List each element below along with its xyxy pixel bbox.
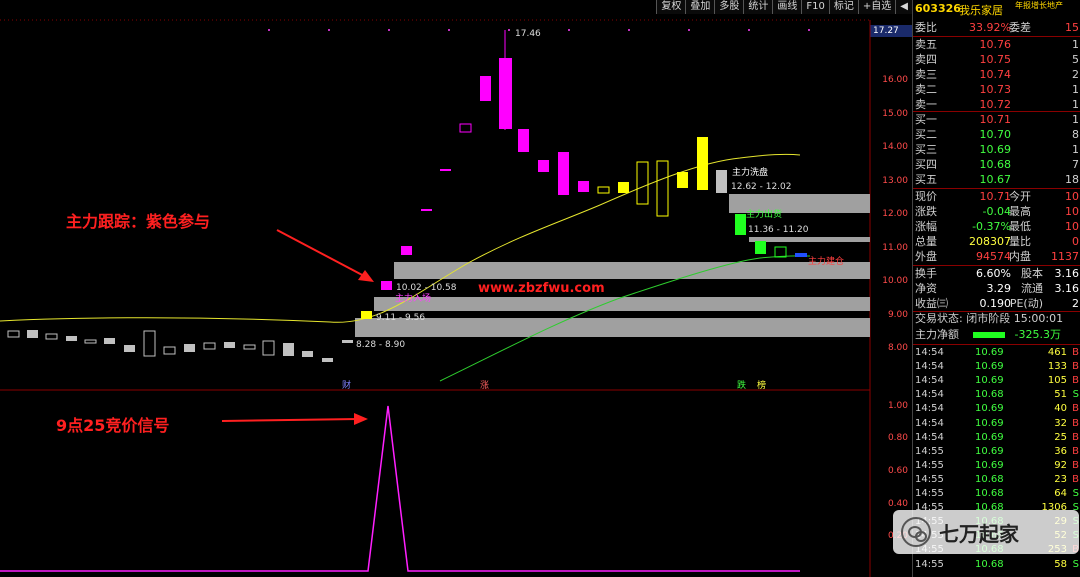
- tick-row: 14:55 10.68 64 S: [915, 488, 1079, 499]
- zone-label: 8.28 - 8.90: [356, 340, 406, 350]
- marker-bang: 榜: [757, 381, 767, 391]
- ask-row: 卖四 10.75 5: [915, 53, 1079, 66]
- price-axis-label: 8.00: [887, 343, 908, 353]
- stat-row: 外盘 94574 内盘 1137: [915, 250, 1079, 263]
- tick-row: 14:55 10.68 23 B: [915, 473, 1079, 485]
- marker-zhang: 涨: [480, 381, 490, 391]
- ask-row: 卖三 10.74 2: [915, 68, 1079, 81]
- annotation-main: 主力跟踪：紫色参与: [66, 212, 211, 231]
- ask-row: 卖五 10.76 1: [915, 38, 1079, 51]
- stat-row: 涨跌 -0.04 最高 10: [915, 205, 1079, 218]
- zone-bar-1: [355, 318, 870, 337]
- marker-die: 跌: [737, 381, 747, 391]
- stock-header: 603326 我乐家居 年报增长地产: [913, 0, 1080, 20]
- price-axis-label: 10.00: [882, 276, 908, 286]
- tick-row: 14:54 10.69 25 B: [915, 431, 1079, 443]
- wechat-icon: [901, 517, 931, 547]
- indicator-axis-label: 0.80: [887, 433, 908, 443]
- tick-row: 14:54 10.69 461 B: [915, 347, 1079, 358]
- bid-row: 买二 10.70 8: [915, 128, 1079, 141]
- price-axis-label: 16.00: [882, 75, 908, 85]
- price-axis-label: 15.00: [882, 109, 908, 119]
- tick-row: 14:55 10.69 92 B: [915, 459, 1079, 471]
- indicator-axis-label: 0.40: [887, 499, 908, 509]
- stat-row: 现价 10.71 今开 10: [915, 190, 1079, 203]
- zone-label: 12.62 - 12.02: [731, 182, 792, 192]
- stat-row: 收益㈢ 0.190 PE(动) 2: [915, 297, 1079, 310]
- stat-row: 净资 3.29 流通 3.16: [915, 282, 1079, 295]
- kline-chart-area[interactable]: 复权 叠加 多股 统计 画线 F10 标记 +自选 ◀ 17.27 16.00 …: [0, 0, 912, 577]
- price-axis-label: 14.00: [882, 142, 908, 152]
- tick-row: 14:54 10.69 40 B: [915, 403, 1079, 415]
- price-axis-label: 9.00: [887, 310, 908, 320]
- ask-row: 卖二 10.73 1: [915, 83, 1079, 96]
- net-amount-row: 主力净额 -325.3万: [915, 328, 1061, 341]
- label-entry: 主力入场: [395, 294, 432, 304]
- label-wash: 主力洗盘: [732, 168, 769, 178]
- tick-row: 14:54 10.68 51 S: [915, 389, 1079, 401]
- stock-tag: 年报增长地产: [1015, 1, 1063, 10]
- indicator-axis-label: 1.00: [887, 401, 908, 411]
- stat-row: 换手 6.60% 股本 3.16: [915, 267, 1079, 280]
- price-axis-label: 11.00: [882, 243, 908, 253]
- tick-row: 14:55 10.68 58 S: [915, 558, 1079, 570]
- wechat-badge: 七万起家: [893, 510, 1079, 554]
- stat-row: 总量 208307 量比 0: [915, 235, 1079, 248]
- label-build: 主力建仓: [808, 257, 845, 267]
- tick-row: 14:55 10.69 36 B: [915, 445, 1079, 457]
- stock-code: 603326: [915, 2, 961, 15]
- weibi-row: 委比 33.92% 委差 15: [915, 21, 1079, 34]
- zone-label: 9.11 - 9.56: [376, 313, 426, 323]
- stock-name: 我乐家居: [959, 4, 1003, 17]
- bid-row: 买五 10.67 18: [915, 173, 1079, 186]
- zone-label: 11.36 - 11.20: [748, 225, 809, 235]
- label-out: 主力出货: [746, 210, 783, 220]
- price-axis-label: 12.00: [882, 209, 908, 219]
- tick-row: 14:54 10.69 133 B: [915, 361, 1079, 373]
- zone-bar-4: [749, 237, 870, 242]
- net-bar: [973, 332, 1005, 338]
- bid-row: 买三 10.69 1: [915, 143, 1079, 156]
- indicator-axis-label: 0.60: [887, 466, 908, 476]
- zone-bar-2: [374, 297, 870, 311]
- wechat-label: 七万起家: [939, 521, 1019, 546]
- stat-row: 涨幅 -0.37% 最低 10: [915, 220, 1079, 233]
- quote-panel: 603326 我乐家居 年报增长地产 委比 33.92% 委差 15 卖五 10.…: [912, 0, 1080, 577]
- marker-cai: 财: [342, 381, 352, 391]
- watermark-text: www.zbzfwu.com: [478, 281, 605, 296]
- annotation-signal: 9点25竞价信号: [56, 416, 170, 435]
- price-axis-label: 13.00: [882, 176, 908, 186]
- trade-status: 交易状态: 闭市阶段 15:00:01: [915, 312, 1064, 325]
- tick-row: 14:54 10.69 32 B: [915, 417, 1079, 429]
- peak-label: 17.46: [515, 29, 541, 39]
- bid-row: 买一 10.71 1: [915, 113, 1079, 126]
- tick-row: 14:54 10.69 105 B: [915, 375, 1079, 387]
- bid-row: 买四 10.68 7: [915, 158, 1079, 171]
